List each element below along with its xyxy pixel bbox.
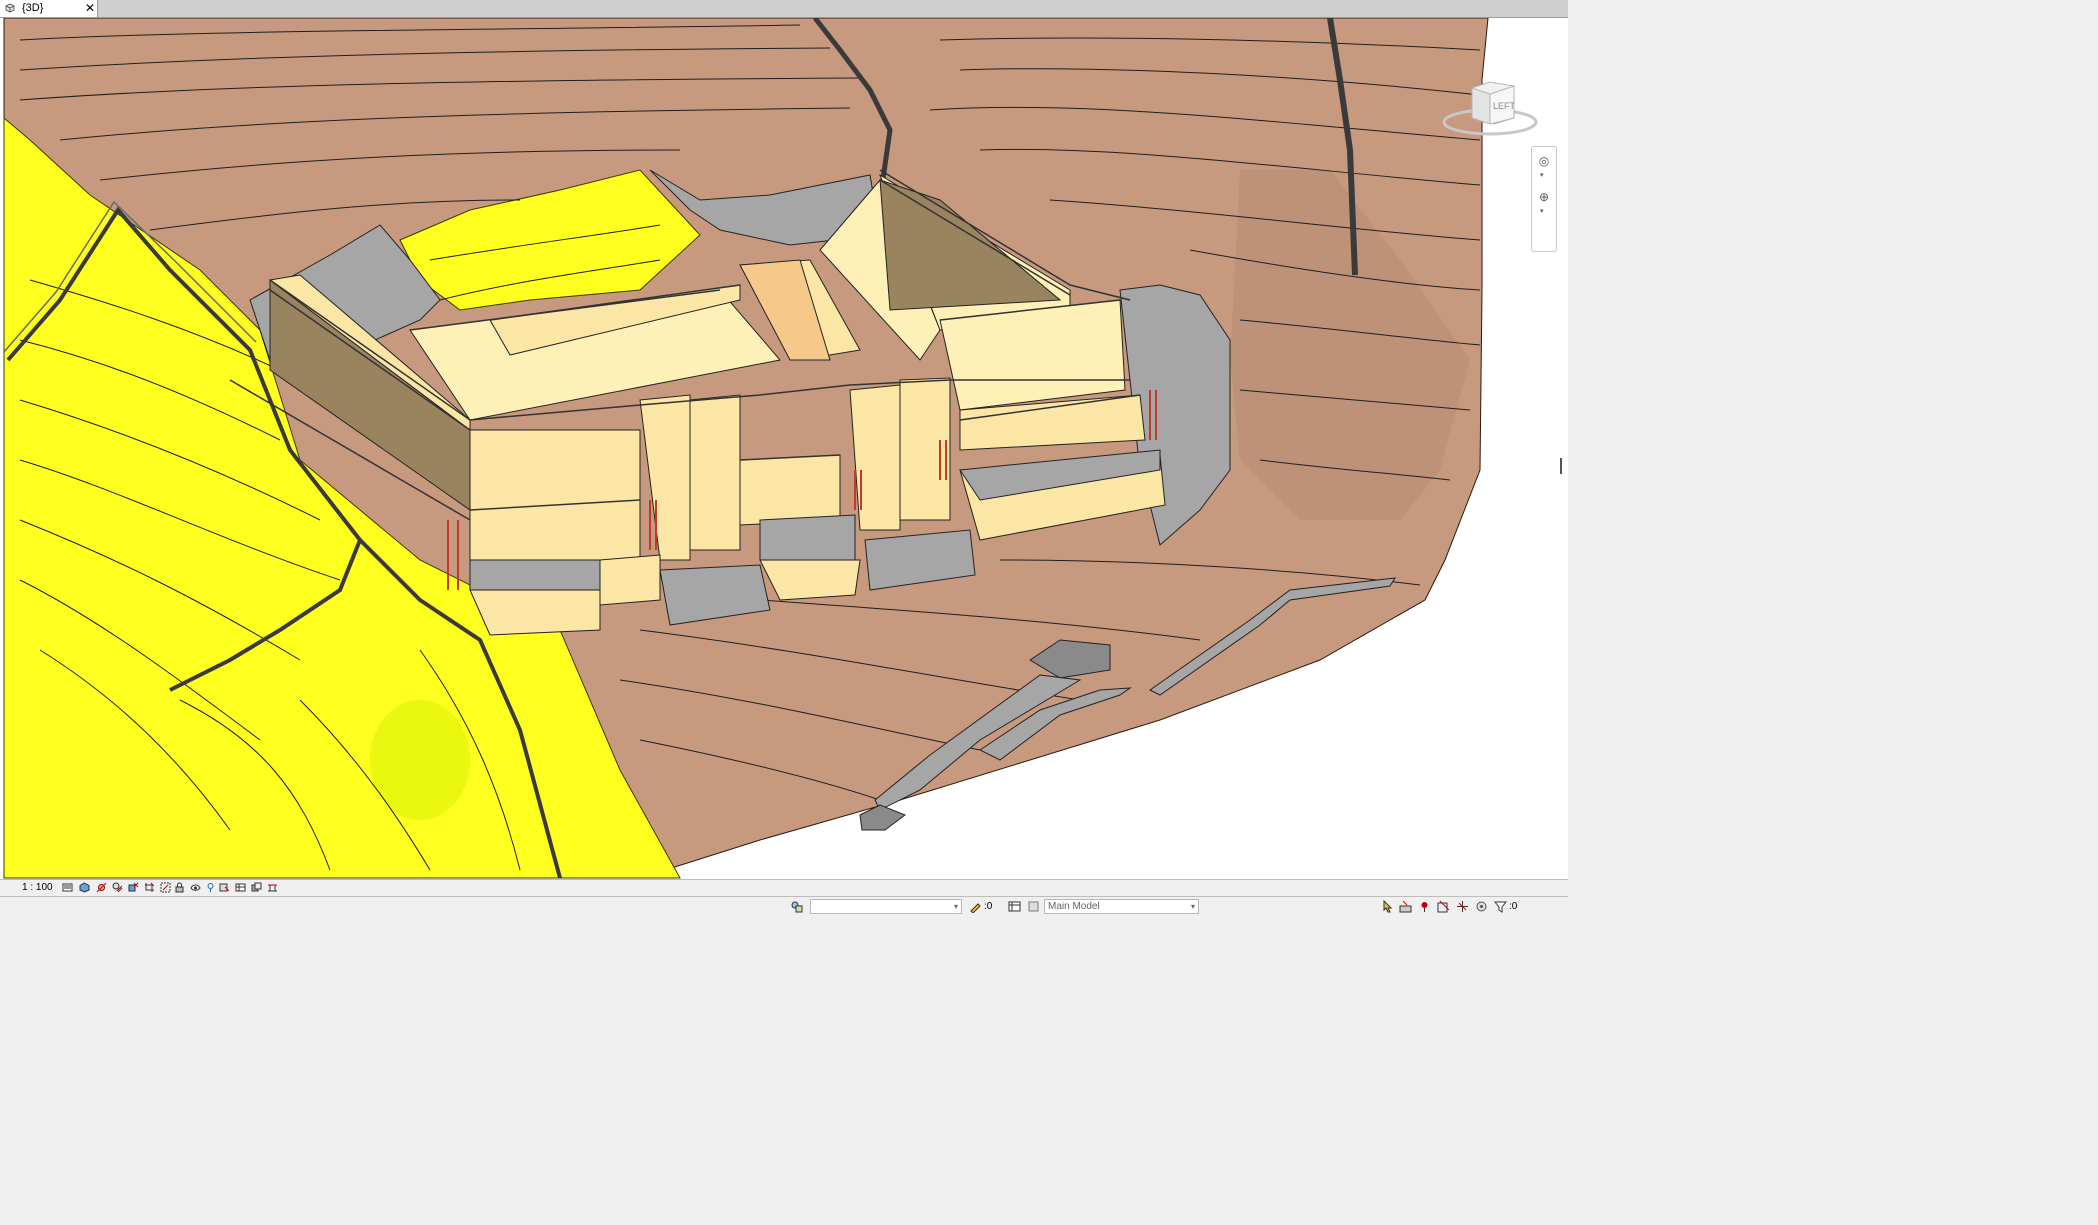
navigation-bar: ◎ ▾ ⊕ ▾ xyxy=(1531,146,1557,252)
close-tab-icon[interactable]: ✕ xyxy=(85,1,95,15)
steering-wheel-icon[interactable]: ◎ xyxy=(1536,153,1552,169)
filter-icon[interactable] xyxy=(1494,900,1507,913)
chevron-down-icon: ▾ xyxy=(953,902,958,911)
sun-path-icon[interactable] xyxy=(96,882,107,893)
editable-only-icon[interactable] xyxy=(969,900,982,913)
view-tab-3d[interactable]: {3D} ✕ xyxy=(0,0,98,17)
design-option-combo[interactable]: Main Model ▾ xyxy=(1044,899,1199,914)
select-underlay-icon[interactable] xyxy=(1399,900,1412,913)
viewcube-face-label[interactable]: LEFT xyxy=(1493,101,1516,111)
design-option-value: Main Model xyxy=(1048,901,1100,912)
design-options-icon[interactable] xyxy=(1008,900,1021,913)
viewcube[interactable]: LEFT xyxy=(1438,78,1542,148)
crop-view-icon[interactable] xyxy=(144,882,155,893)
reveal-hidden-elements-icon[interactable] xyxy=(205,882,216,893)
zoom-region-icon[interactable]: ⊕ xyxy=(1536,189,1552,205)
view-control-bar: 1 : 100 xyxy=(0,879,1568,896)
worksharing-display-icon[interactable] xyxy=(219,882,230,893)
3d-view-icon xyxy=(5,3,15,13)
select-links-icon[interactable] xyxy=(1381,900,1394,913)
filter-count: :0 xyxy=(1509,901,1518,912)
lock-3d-view-icon[interactable] xyxy=(174,882,185,893)
3d-viewport[interactable]: LEFT ◎ ▾ ⊕ ▾ xyxy=(0,18,1568,879)
status-bar: ▾ :0 Main Model ▾ :0 xyxy=(0,896,1568,917)
steering-wheel-dropdown-icon[interactable]: ▾ xyxy=(1540,171,1544,179)
view-tab-bar: {3D} ✕ xyxy=(0,0,1568,18)
analytical-model-icon[interactable] xyxy=(235,882,246,893)
select-pinned-icon[interactable] xyxy=(1418,900,1431,913)
shadows-icon[interactable] xyxy=(112,882,123,893)
active-workset-combo[interactable]: ▾ xyxy=(810,899,962,914)
detail-level-icon[interactable] xyxy=(62,882,73,893)
background-processes-icon[interactable] xyxy=(1475,900,1488,913)
visual-style-icon[interactable] xyxy=(79,882,90,893)
temporary-hide-isolate-icon[interactable] xyxy=(190,882,201,893)
viewport-resize-grip[interactable] xyxy=(1560,458,1562,474)
show-crop-region-icon[interactable] xyxy=(160,882,171,893)
editable-count: :0 xyxy=(984,901,993,912)
model-scene[interactable] xyxy=(0,18,1568,879)
reveal-constraints-icon[interactable] xyxy=(267,882,278,893)
zoom-dropdown-icon[interactable]: ▾ xyxy=(1540,207,1544,215)
design-option-exclude-icon[interactable] xyxy=(1027,900,1040,913)
view-scale[interactable]: 1 : 100 xyxy=(22,882,53,894)
rendering-icon[interactable] xyxy=(128,882,139,893)
select-by-face-icon[interactable] xyxy=(1437,900,1450,913)
topsoil-highlight xyxy=(370,700,470,820)
drag-elements-icon[interactable] xyxy=(1456,900,1469,913)
worksets-icon[interactable] xyxy=(790,900,803,913)
view-tab-title: {3D} xyxy=(22,2,44,14)
highlight-displacement-icon[interactable] xyxy=(251,882,262,893)
chevron-down-icon: ▾ xyxy=(1190,902,1195,911)
